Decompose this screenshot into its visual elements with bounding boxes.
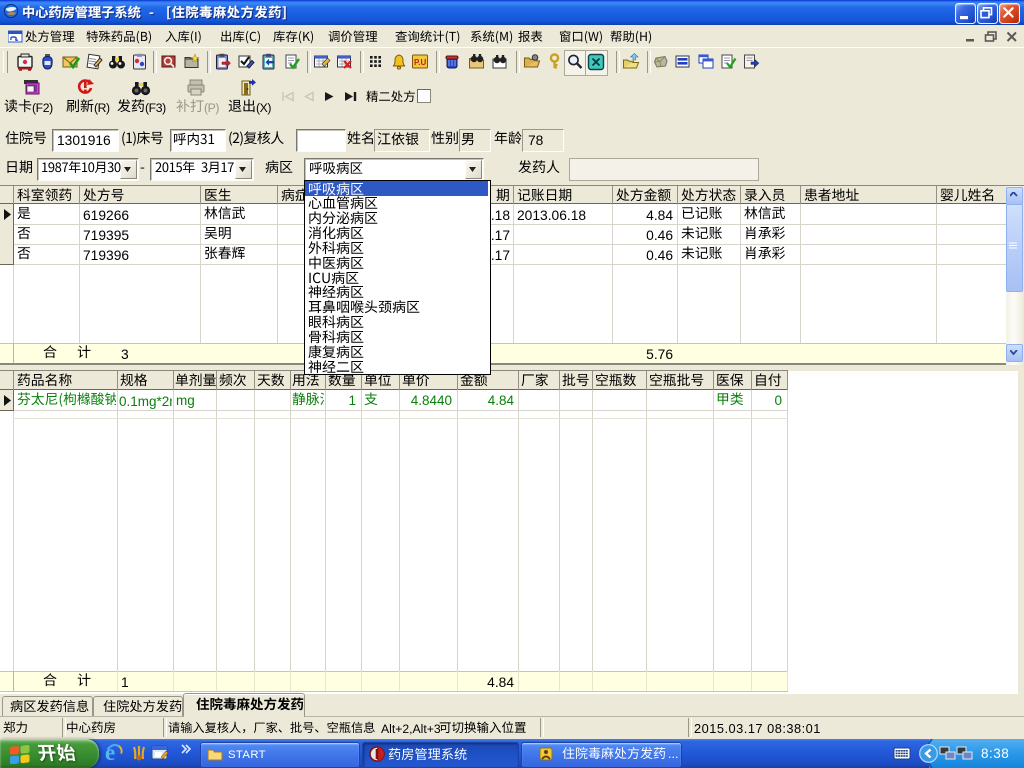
svg-text:P.U: P.U: [414, 58, 427, 67]
